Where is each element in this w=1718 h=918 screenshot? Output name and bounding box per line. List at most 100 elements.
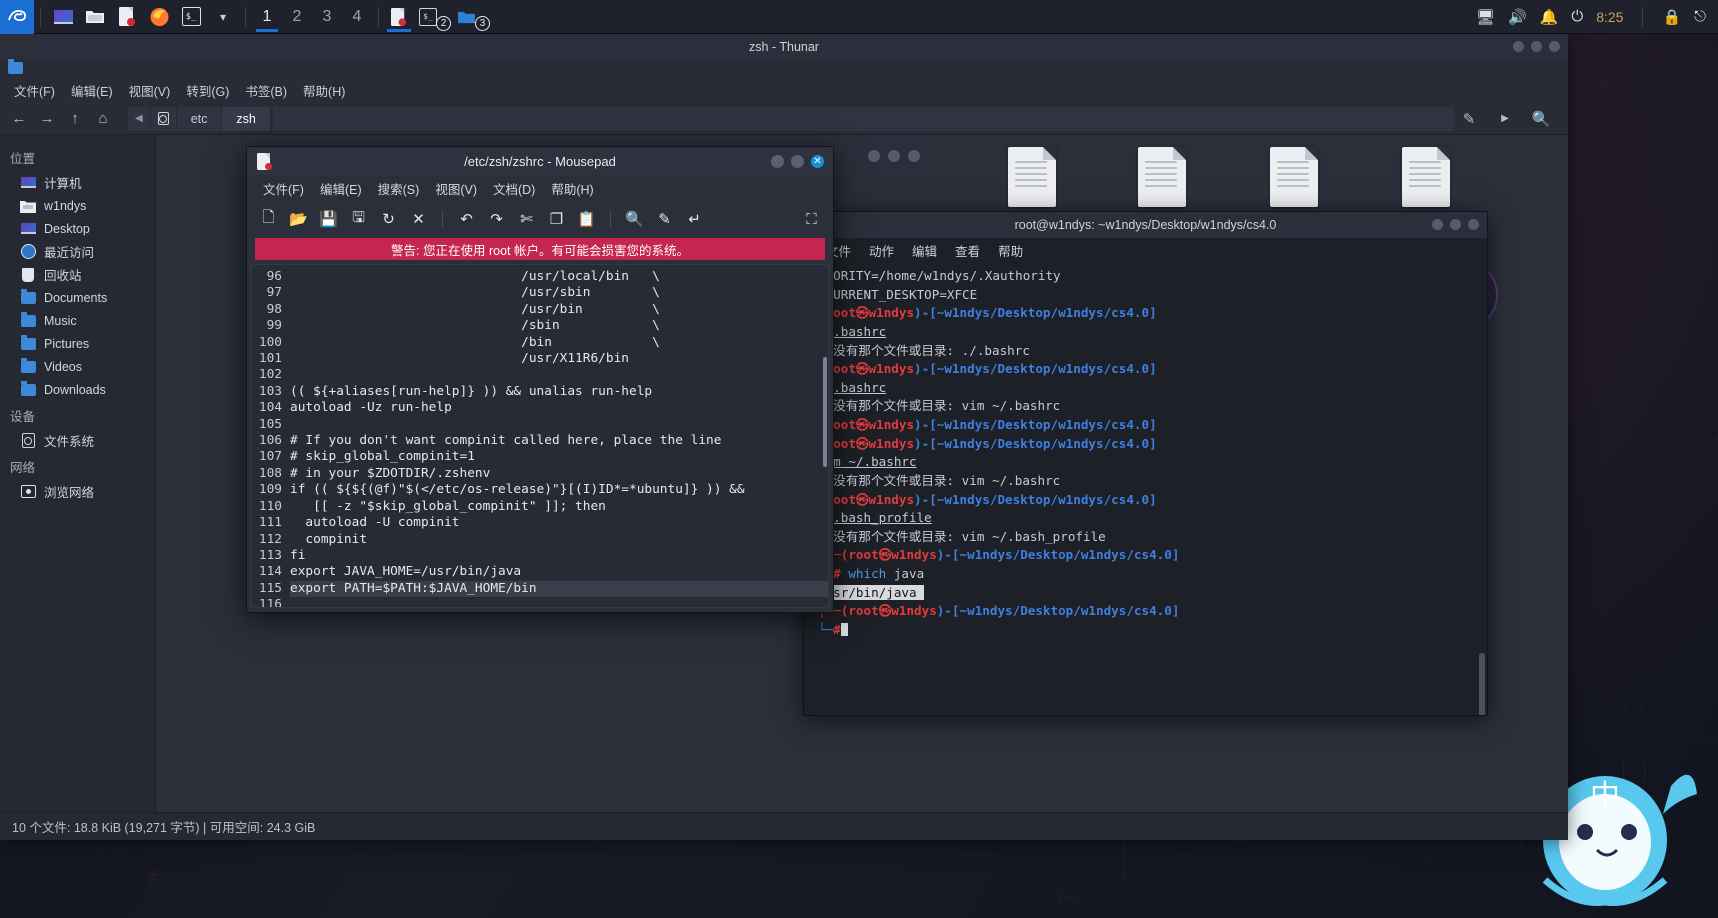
thunar-menu-5[interactable]: 帮助(H) [295,78,353,103]
undo-icon[interactable]: ↶ [453,206,480,233]
close-button[interactable]: ✕ [811,155,824,168]
mousepad-menu-3[interactable]: 视图(V) [427,176,485,201]
close-button[interactable] [908,150,920,162]
find-icon[interactable]: 🔍 [621,206,648,233]
thunar-toolbar[interactable]: ← → ↑ ⌂ ◀ etc zsh ✎ ▶ 🔍 [0,103,1568,135]
minimize-button[interactable] [771,155,784,168]
close-icon[interactable]: ✕ [405,206,432,233]
thunar-menu-2[interactable]: 视图(V) [121,78,179,103]
terminal-titlebar[interactable]: root@w1ndys: ~w1ndys/Desktop/w1ndys/cs4.… [804,212,1487,238]
minimize-button[interactable] [1513,41,1524,52]
terminal-scrollbar[interactable] [1479,653,1485,715]
cut-icon[interactable]: ✄ [513,206,540,233]
network-icon[interactable]: 🖥 [1476,8,1495,26]
lock-icon[interactable]: 🔒 [1662,8,1681,26]
mousepad-toolbar[interactable]: 🗋 📂 💾 🖫 ↻ ✕ ↶ ↷ ✄ ❐ 📋 🔍 ✎ ↵ ⛶ [247,202,833,236]
up-icon[interactable]: ↑ [62,106,88,132]
maximize-button[interactable] [1450,219,1461,230]
forward-icon[interactable]: → [34,106,60,132]
thunar-toolbar-right[interactable]: ✎ ▶ 🔍 [1456,106,1562,132]
workspace-4[interactable]: 4 [342,1,372,32]
save-as-icon[interactable]: 🖫 [345,206,372,233]
breadcrumb-zsh[interactable]: zsh [222,107,270,131]
breadcrumb[interactable]: ◀ etc zsh [128,107,271,131]
task-thunar[interactable]: 3 [451,1,490,32]
redo-icon[interactable]: ↷ [483,206,510,233]
edit-path-icon[interactable]: ✎ [1456,106,1482,132]
thunar-sidebar[interactable]: 位置计算机w1ndysDesktop最近访问回收站DocumentsMusicP… [0,135,156,812]
thunar-menu-1[interactable]: 编辑(E) [63,78,121,103]
xfce-panel[interactable]: $_ ▾ 1234 $_ 2 3 🖥 🔊 🔔 ⏻ 8:25 🔒 ⎋ [0,0,1718,34]
logout-icon[interactable]: ⎋ [1694,8,1706,25]
close-button[interactable] [1549,41,1560,52]
paste-icon[interactable]: 📋 [573,206,600,233]
close-button[interactable] [1468,219,1479,230]
terminal-window[interactable]: root@w1ndys: ~w1ndys/Desktop/w1ndys/cs4.… [803,211,1488,716]
volume-icon[interactable]: 🔊 [1508,8,1527,26]
path-entry-area[interactable] [273,107,1454,131]
back-icon[interactable]: ← [6,106,32,132]
sidebar-item-Music[interactable]: Music [0,309,155,332]
background-window-buttons[interactable] [868,150,920,162]
code-area[interactable]: /usr/local/bin \ /usr/sbin \ /usr/bin \ … [286,265,828,607]
next-icon[interactable]: ▶ [1492,106,1518,132]
mousepad-titlebar[interactable]: /etc/zsh/zshrc - Mousepad ✕ [247,147,833,175]
thunar-menu-0[interactable]: 文件(F) [6,78,63,103]
thunar-menu-3[interactable]: 转到(G) [178,78,237,103]
save-icon[interactable]: 💾 [315,206,342,233]
workspace-2[interactable]: 2 [282,1,312,32]
clock[interactable]: 8:25 [1596,9,1623,25]
sidebar-item-Documents[interactable]: Documents [0,286,155,309]
workspace-1[interactable]: 1 [252,1,282,32]
thunar-menu-4[interactable]: 书签(B) [237,78,295,103]
mousepad-window[interactable]: /etc/zsh/zshrc - Mousepad ✕ 文件(F)编辑(E)搜索… [246,146,834,613]
find-replace-icon[interactable]: ✎ [651,206,678,233]
filesystem-crumb-icon[interactable] [151,107,177,131]
maximize-button[interactable] [1531,41,1542,52]
terminal-menu-4[interactable]: 帮助 [990,238,1031,263]
terminal-window-buttons[interactable] [1432,212,1479,237]
workspace-switcher[interactable]: 1234 [252,1,372,32]
mousepad-menu-5[interactable]: 帮助(H) [543,176,601,201]
terminal-launcher[interactable]: $_ [176,2,206,32]
mousepad-menu-2[interactable]: 搜索(S) [370,176,428,201]
terminal-menu-1[interactable]: 动作 [861,238,902,263]
sidebar-item-回收站[interactable]: 回收站 [0,263,155,286]
goto-line-icon[interactable]: ↵ [681,206,708,233]
sidebar-item-最近访问[interactable]: 最近访问 [0,240,155,263]
mousepad-window-buttons[interactable]: ✕ [771,147,824,175]
mousepad-menu-4[interactable]: 文档(D) [485,176,543,201]
minimize-button[interactable] [1432,219,1443,230]
maximize-button[interactable] [791,155,804,168]
display-settings-launcher[interactable] [48,2,78,32]
breadcrumb-scroll-left[interactable]: ◀ [128,107,151,131]
thunar-titlebar[interactable]: zsh - Thunar [0,34,1568,59]
new-file-icon[interactable]: 🗋 [255,206,282,233]
thunar-window-buttons[interactable] [1513,34,1560,59]
sidebar-item-Pictures[interactable]: Pictures [0,332,155,355]
thunar-menubar[interactable]: 文件(F)编辑(E)视图(V)转到(G)书签(B)帮助(H) [0,77,1568,103]
terminal-menubar[interactable]: 文件动作编辑查看帮助 [804,238,1487,263]
system-tray[interactable]: 🖥 🔊 🔔 ⏻ 8:25 🔒 ⎋ [1476,7,1718,27]
terminal-menu-2[interactable]: 编辑 [904,238,945,263]
power-icon[interactable]: ⏻ [1571,8,1583,25]
editor-scrollbar[interactable] [823,357,827,467]
task-mousepad[interactable] [385,1,413,32]
workspace-3[interactable]: 3 [312,1,342,32]
sidebar-item-Desktop[interactable]: Desktop [0,217,155,240]
sidebar-item-计算机[interactable]: 计算机 [0,171,155,194]
sidebar-item-文件系统[interactable]: 文件系统 [0,429,155,452]
reload-icon[interactable]: ↻ [375,206,402,233]
copy-icon[interactable]: ❐ [543,206,570,233]
sidebar-item-Videos[interactable]: Videos [0,355,155,378]
search-icon[interactable]: 🔍 [1528,106,1554,132]
breadcrumb-etc[interactable]: etc [177,107,223,131]
mousepad-menu-1[interactable]: 编辑(E) [312,176,370,201]
fullscreen-icon[interactable]: ⛶ [798,206,825,233]
minimize-button[interactable] [868,150,880,162]
task-terminal[interactable]: $_ 2 [413,1,451,32]
terminal-menu-3[interactable]: 查看 [947,238,988,263]
home-icon[interactable]: ⌂ [90,106,116,132]
open-file-icon[interactable]: 📂 [285,206,312,233]
file-manager-launcher[interactable] [80,2,110,32]
